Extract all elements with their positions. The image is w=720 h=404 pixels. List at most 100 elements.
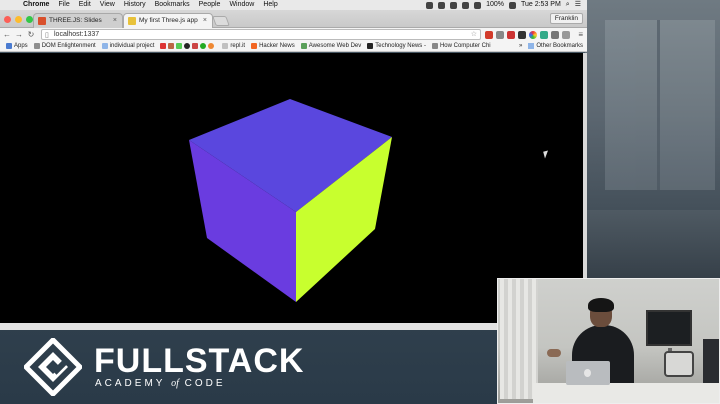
close-tab-icon[interactable]: × [203,14,207,28]
bookmark-technology-news[interactable]: Technology News - [367,43,426,49]
apps-icon [6,43,12,49]
window-controls [4,16,33,23]
bookmark-dom-enlightenment[interactable]: DOM Enlightenment [33,43,96,49]
curtain [500,279,538,399]
zoom-window-button[interactable] [26,16,33,23]
desk-lamp [664,351,694,377]
page-icon [33,43,40,49]
overflow-chevron-icon[interactable]: » [519,43,522,49]
monitor [646,310,692,370]
other-bookmarks-label: Other Bookmarks [536,43,583,49]
page-icon [300,43,307,49]
laptop [566,361,610,385]
volume-icon[interactable] [474,1,482,9]
close-tab-icon[interactable]: × [113,14,117,28]
page-icon: ▯ [45,32,49,39]
battery-percent: 100% [486,1,504,8]
background-desk [585,210,720,280]
back-icon[interactable]: ← [2,30,12,39]
search-icon[interactable]: ⌕ [566,0,570,10]
menu-people[interactable]: People [199,0,221,10]
tab-first-three-js-app[interactable]: My first Three.js app × [123,13,213,28]
tab-three-js-slides[interactable]: THREE.JS: Slides × [33,13,123,28]
location-icon[interactable] [426,1,434,9]
menu-file[interactable]: File [58,0,69,10]
menu-edit[interactable]: Edit [79,0,91,10]
forward-icon[interactable]: → [14,30,24,39]
tab-label: My first Three.js app [139,17,198,24]
hacker-news-icon [251,43,258,49]
close-window-button[interactable] [4,16,11,23]
quora-icon[interactable] [160,43,167,49]
extension-icon[interactable] [562,30,570,39]
bookmark-icon[interactable] [192,43,199,49]
webgl-canvas[interactable] [0,53,583,323]
bookmark-label: DOM Enlightenment [41,43,96,49]
fullstack-logo-icon [24,338,82,396]
slides-favicon-icon [38,17,46,25]
minimize-window-button[interactable] [15,16,22,23]
profile-button[interactable]: Franklin [549,13,583,24]
app-favicon-icon [128,17,136,25]
menu-view[interactable]: View [100,0,115,10]
screen: Chrome File Edit View History Bookmarks … [0,0,720,404]
menu-bookmarks[interactable]: Bookmarks [155,0,190,10]
battery-icon[interactable] [508,1,516,9]
extension-icon[interactable] [507,30,515,39]
extension-icon[interactable] [540,30,548,39]
extensions-area [485,30,570,39]
bookmark-icon[interactable] [176,43,183,49]
menu-tray: 100% Tue 2:53 PM ⌕ ☰ [426,0,581,10]
bookmark-icon[interactable] [208,43,215,49]
google-icon [431,43,438,49]
desk [533,383,719,403]
menu-window[interactable]: Window [229,0,254,10]
tagline-of: of [171,378,179,389]
bookmark-apps[interactable]: Apps [6,43,28,49]
bookmark-repl-it[interactable]: repl.it [222,43,245,49]
fullstack-branding: FULLSTACK ACADEMY of CODE [0,330,497,404]
bookmark-label: repl.it [230,43,246,49]
extension-icon[interactable] [438,1,446,9]
menu-help[interactable]: Help [263,0,277,10]
bookmark-individual-project[interactable]: individual project [101,43,155,49]
bookmark-how-computer-chips[interactable]: How Computer Chi [431,43,491,49]
background-window [605,20,715,190]
bookmark-hacker-news[interactable]: Hacker News [251,43,295,49]
folder-icon [528,43,535,49]
reload-icon[interactable]: ↻ [26,30,36,39]
address-bar[interactable]: ▯ localhost:1337 ☆ [41,29,481,40]
other-bookmarks[interactable]: » Other Bookmarks [519,43,583,49]
bookmark-star-icon[interactable]: ☆ [471,30,477,40]
bluetooth-icon[interactable] [450,1,458,9]
cube-render [189,99,392,302]
bookmark-awesome-web-dev[interactable]: Awesome Web Dev [300,43,361,49]
color-picker-extension-icon[interactable] [529,30,537,39]
notification-center-icon[interactable]: ☰ [575,0,581,10]
extension-icon[interactable] [551,30,559,39]
bookmarks-bar: Apps DOM Enlightenment individual projec… [0,41,587,52]
nyt-icon [367,43,374,49]
wifi-icon[interactable] [462,1,470,9]
github-icon[interactable] [184,43,191,49]
brand-name: FULLSTACK [94,342,305,380]
menu-chrome[interactable]: Chrome [23,0,49,10]
tab-label: THREE.JS: Slides [49,17,102,24]
adblock-extension-icon[interactable] [485,30,493,39]
clock[interactable]: Tue 2:53 PM [521,0,561,10]
extension-icon[interactable] [518,30,526,39]
speaker-hand [547,349,561,357]
tab-bar: THREE.JS: Slides × My first Three.js app… [0,10,587,28]
speaker-video-inset [497,278,720,404]
bookmark-icon[interactable] [168,43,175,49]
mac-menu-bar: Chrome File Edit View History Bookmarks … [0,0,587,10]
bookmark-icon[interactable] [200,43,207,49]
bookmark-label: Apps [14,43,28,49]
bookmark-label: individual project [109,43,155,49]
extension-icon[interactable] [496,30,504,39]
apple-logo-icon [584,369,591,377]
chrome-menu-icon[interactable]: ≡ [578,30,583,39]
menu-history[interactable]: History [124,0,146,10]
browser-toolbar: ← → ↻ ▯ localhost:1337 ☆ ≡ [0,28,587,41]
new-tab-button[interactable] [212,16,230,26]
